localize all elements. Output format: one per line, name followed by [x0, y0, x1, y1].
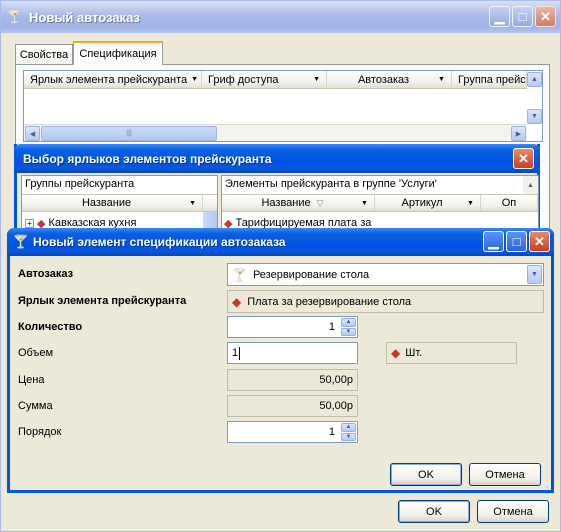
quantity-label: Количество — [18, 321, 83, 333]
maximize-icon: □ — [512, 234, 521, 249]
sum-field: 50,00р — [227, 395, 358, 417]
selector-close-button[interactable]: ✕ — [513, 148, 534, 169]
spin-down-icon[interactable]: ▼ — [341, 327, 356, 336]
dropdown-icon: ▼ — [191, 76, 199, 83]
tab-properties-label: Свойства — [19, 48, 69, 61]
column-header-tag[interactable]: Ярлык элемента прейскуранта ▼ — [24, 71, 202, 88]
scroll-right-button[interactable]: ▶ — [511, 126, 526, 141]
close-icon: ✕ — [540, 8, 551, 24]
dialog-close-button[interactable]: ✕ — [529, 231, 550, 252]
dialog-maximize-button[interactable]: □ — [506, 231, 527, 252]
order-num-spin[interactable]: ▲ ▼ — [341, 423, 356, 441]
tab-specification-label: Спецификация — [79, 48, 157, 60]
main-cancel-button[interactable]: Отмена — [477, 500, 549, 523]
dialog-minimize-button[interactable]: ▁ — [483, 231, 504, 252]
volume-label: Объем — [18, 347, 54, 359]
spec-table-header: Ярлык элемента прейскуранта ▼ Гриф доступ… — [24, 71, 527, 89]
tag-field[interactable]: ◆ Плата за резервирование стола — [227, 290, 544, 313]
tab-properties[interactable]: Свойства — [15, 44, 73, 64]
tag-label: Ярлык элемента прейскуранта — [18, 295, 187, 307]
expand-icon[interactable]: + — [25, 218, 34, 228]
minimize-icon: ▁ — [488, 233, 499, 249]
column-header-access[interactable]: Гриф доступа ▼ — [202, 71, 327, 88]
selector-title-bar[interactable]: Выбор ярлыков элементов прейскуранта ✕ — [14, 144, 540, 173]
minimize-button[interactable]: ▁ — [489, 6, 510, 27]
column-header-item-name[interactable]: Название ▽ ▼ — [222, 195, 375, 211]
selector-window: Выбор ярлыков элементов прейскуранта ✕ Г… — [14, 144, 540, 239]
volume-field[interactable]: 1 — [227, 342, 358, 364]
order-num-label: Порядок — [18, 426, 62, 438]
quantity-stepper[interactable]: 1 ▲ ▼ — [227, 316, 358, 338]
order-select[interactable]: 🍸 Резервирование стола ▼ — [227, 263, 544, 286]
groups-header: Название ▼ — [22, 194, 217, 212]
spin-up-icon[interactable]: ▲ — [341, 423, 356, 432]
spec-table: Ярлык элемента прейскуранта ▼ Гриф доступ… — [23, 70, 543, 142]
order-num-stepper[interactable]: 1 ▲ ▼ — [227, 421, 358, 443]
main-ok-button[interactable]: OK — [398, 500, 470, 523]
tag-icon: ◆ — [391, 346, 401, 360]
groups-pane-title: Группы прейскуранта — [25, 178, 135, 190]
scroll-up-button[interactable]: ▲ — [527, 72, 542, 87]
text-cursor — [239, 346, 241, 360]
maximize-button[interactable]: □ — [512, 6, 533, 27]
cocktail-icon: 🍸 — [232, 267, 247, 282]
quantity-spin[interactable]: ▲ ▼ — [341, 318, 356, 336]
dropdown-icon: ▼ — [189, 199, 196, 207]
spec-item-dialog: 🍸 Новый элемент спецификации автозаказа … — [7, 228, 554, 493]
selector-window-title: Выбор ярлыков элементов прейскуранта — [23, 151, 272, 166]
price-label: Цена — [18, 374, 45, 386]
column-header-group-name[interactable]: Название ▼ — [22, 195, 203, 211]
order-label: Автозаказ — [18, 268, 74, 280]
horizontal-scrollbar[interactable]: ◀ ||| ▶ — [24, 124, 527, 141]
filter-icon: ▽ — [316, 197, 324, 208]
tag-icon: ◆ — [232, 294, 242, 309]
scroll-down-button[interactable]: ▼ — [527, 109, 542, 124]
maximize-icon: □ — [518, 9, 527, 24]
dropdown-icon: ▼ — [467, 199, 474, 207]
close-icon: ✕ — [518, 150, 529, 166]
column-header-autoorder[interactable]: Автозаказ ▼ — [327, 71, 452, 88]
unit-field[interactable]: ◆ Шт. — [386, 342, 517, 364]
column-header-article[interactable]: Артикул ▼ — [375, 195, 481, 211]
spin-up-icon[interactable]: ▲ — [341, 318, 356, 327]
main-title-bar[interactable]: 🍸 Новый автозаказ ▁ □ ✕ — [1, 1, 560, 33]
column-header-op[interactable]: Оп — [481, 195, 538, 211]
sum-label: Сумма — [18, 400, 53, 412]
items-header: Название ▽ ▼ Артикул ▼ Оп — [222, 194, 538, 212]
tab-specification[interactable]: Спецификация — [73, 41, 163, 65]
items-pane-title: Элементы прейскуранта в группе 'Услуги' — [225, 178, 437, 190]
main-window-title: Новый автозаказ — [29, 9, 140, 25]
price-field: 50,00р — [227, 369, 358, 391]
chevron-down-icon[interactable]: ▼ — [527, 265, 542, 284]
scrollbar-thumb[interactable]: ||| — [41, 126, 217, 141]
minimize-icon: ▁ — [494, 8, 505, 24]
items-pane-scroll[interactable]: ▲ — [523, 176, 538, 194]
dialog-title: Новый элемент спецификации автозаказа — [33, 235, 286, 249]
close-button[interactable]: ✕ — [535, 6, 556, 27]
column-header-group[interactable]: Группа прейс — [452, 71, 527, 88]
scroll-left-button[interactable]: ◀ — [25, 126, 40, 141]
dialog-title-bar[interactable]: 🍸 Новый элемент спецификации автозаказа … — [7, 228, 554, 256]
dropdown-icon: ▼ — [313, 76, 320, 83]
dropdown-icon: ▼ — [361, 199, 368, 207]
dropdown-icon: ▼ — [438, 76, 445, 83]
cocktail-icon: 🍸 — [6, 9, 24, 24]
dialog-cancel-button[interactable]: Отмена — [469, 463, 541, 486]
spin-down-icon[interactable]: ▼ — [341, 432, 356, 441]
cocktail-icon: 🍸 — [12, 234, 30, 249]
dialog-ok-button[interactable]: OK — [390, 463, 462, 486]
close-icon: ✕ — [534, 233, 545, 249]
